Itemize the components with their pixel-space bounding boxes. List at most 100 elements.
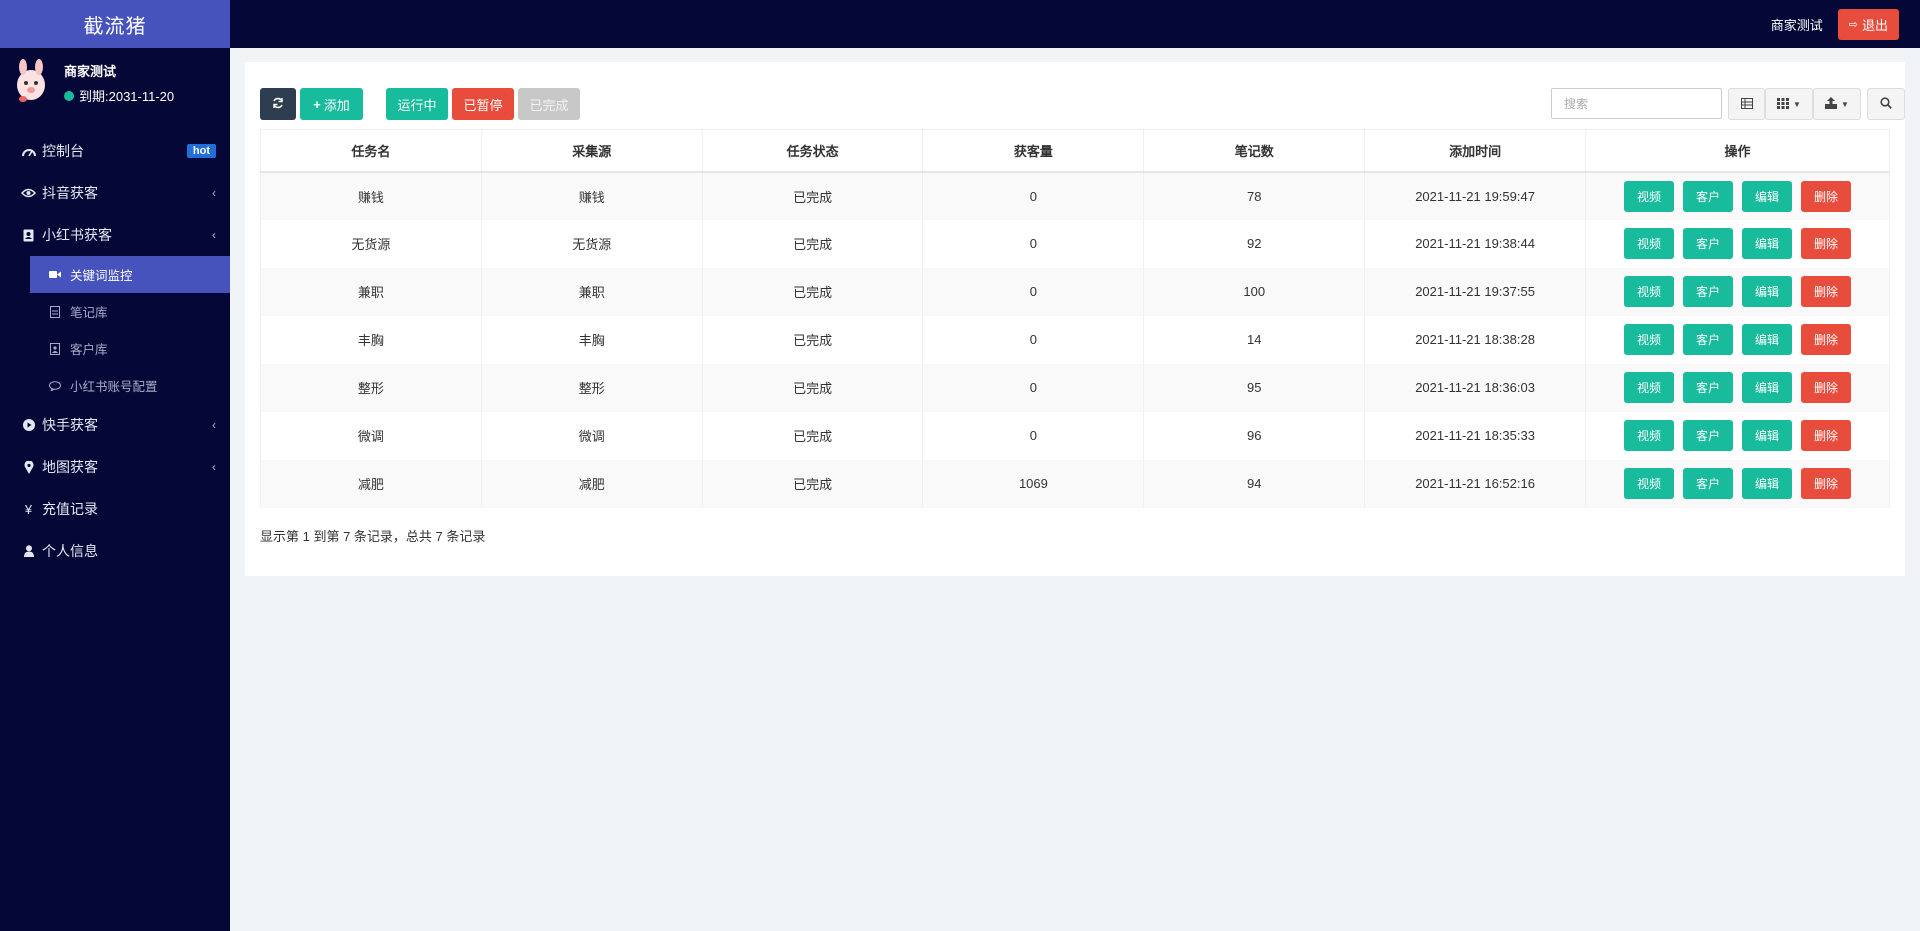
cell-added-time: 2021-11-21 18:36:03 [1364,363,1587,412]
cell-status: 已完成 [701,219,924,268]
cell-notes: 95 [1143,363,1366,412]
cell-actions: 视频 客户 编辑 删除 [1585,363,1890,412]
filter-done-button[interactable]: 已完成 [518,88,580,120]
sidebar-subitem-label: 笔记库 [70,306,108,320]
customer-button[interactable]: 客户 [1683,468,1733,499]
sidebar-item-dashboard[interactable]: 控制台 hot [0,130,230,172]
cell-actions: 视频 客户 编辑 删除 [1585,171,1890,220]
cell-status: 已完成 [701,411,924,460]
delete-button[interactable]: 删除 [1801,324,1851,355]
sidebar-item-label: 充值记录 [42,501,98,517]
sign-out-icon: ⇨ [1848,18,1858,31]
column-header-actions: 操作 [1585,129,1890,173]
chevron-left-icon: ‹ [212,228,216,242]
edit-button[interactable]: 编辑 [1742,276,1792,307]
edit-button[interactable]: 编辑 [1742,180,1792,212]
chevron-left-icon: ‹ [212,418,216,432]
video-button[interactable]: 视频 [1624,324,1674,355]
app-logo[interactable]: 截流猪 [0,0,230,48]
sidebar-item-recharge[interactable]: ¥ 充值记录 [0,488,230,530]
video-button[interactable]: 视频 [1624,468,1674,499]
edit-button[interactable]: 编辑 [1742,324,1792,355]
filter-running-button[interactable]: 运行中 [386,88,448,120]
cell-source: 整形 [480,363,703,412]
column-header-source[interactable]: 采集源 [480,129,703,173]
toggle-view-button[interactable] [1728,88,1765,120]
cell-notes: 78 [1143,171,1366,220]
edit-button[interactable]: 编辑 [1742,372,1792,403]
sidebar-item-kuaishou[interactable]: 快手获客 ‹ [0,404,230,446]
sidebar-item-label: 快手获客 [42,417,98,433]
customer-button[interactable]: 客户 [1683,228,1733,259]
topbar-user-name[interactable]: 商家测试 [1771,15,1823,34]
customer-button[interactable]: 客户 [1683,180,1733,212]
filter-paused-button[interactable]: 已暂停 [452,88,514,120]
advanced-search-button[interactable] [1867,88,1905,120]
sidebar-item-douyin[interactable]: 抖音获客 ‹ [0,172,230,214]
user-expire: 到期:2031-11-20 [64,86,230,105]
delete-button[interactable]: 删除 [1801,420,1851,451]
columns-dropdown-button[interactable]: ▼ [1765,88,1813,120]
comment-icon [48,380,62,391]
delete-button[interactable]: 删除 [1801,228,1851,259]
add-label: 添加 [323,97,350,113]
customer-button[interactable]: 客户 [1683,420,1733,451]
edit-button[interactable]: 编辑 [1742,228,1792,259]
sidebar-item-label: 地图获客 [42,459,98,475]
user-name: 商家测试 [64,64,117,79]
hot-badge: hot [186,144,216,158]
sidebar-subitem-customers[interactable]: 客户库 [30,330,230,367]
cell-source: 赚钱 [480,171,703,220]
customer-button[interactable]: 客户 [1683,324,1733,355]
add-button[interactable]: + 添加 [300,88,363,120]
column-header-notes[interactable]: 笔记数 [1143,129,1366,173]
column-header-customers[interactable]: 获客量 [922,129,1145,173]
search-input[interactable] [1551,88,1722,119]
cell-customers: 0 [922,171,1145,220]
edit-button[interactable]: 编辑 [1742,468,1792,499]
cell-added-time: 2021-11-21 18:38:28 [1364,315,1587,364]
sidebar-item-profile[interactable]: 个人信息 [0,530,230,572]
grid-icon [1777,97,1790,112]
export-dropdown-button[interactable]: ▼ [1813,88,1861,120]
cell-added-time: 2021-11-21 19:37:55 [1364,267,1587,316]
delete-button[interactable]: 删除 [1801,180,1851,212]
customer-button[interactable]: 客户 [1683,276,1733,307]
edit-button[interactable]: 编辑 [1742,420,1792,451]
cell-status: 已完成 [701,315,924,364]
column-header-added-time[interactable]: 添加时间 [1364,129,1587,173]
task-table: 任务名 采集源 任务状态 获客量 笔记数 添加时间 操作 赚钱 赚钱 已完成 0… [260,129,1890,508]
sidebar-item-map[interactable]: 地图获客 ‹ [0,446,230,488]
cell-added-time: 2021-11-21 19:59:47 [1364,171,1587,220]
delete-button[interactable]: 删除 [1801,372,1851,403]
cell-customers: 0 [922,267,1145,316]
chevron-left-icon: ‹ [212,460,216,474]
column-header-status[interactable]: 任务状态 [701,129,924,173]
column-header-task-name[interactable]: 任务名 [260,129,482,173]
table-row: 丰胸 丰胸 已完成 0 14 2021-11-21 18:38:28 视频 客户… [260,315,1890,364]
sidebar-item-label: 抖音获客 [42,185,98,201]
customer-button[interactable]: 客户 [1683,372,1733,403]
table-row: 微调 微调 已完成 0 96 2021-11-21 18:35:33 视频 客户… [260,411,1890,460]
video-button[interactable]: 视频 [1624,228,1674,259]
plus-icon: + [313,96,321,112]
refresh-button[interactable] [260,88,296,120]
video-button[interactable]: 视频 [1624,180,1674,212]
video-button[interactable]: 视频 [1624,276,1674,307]
sidebar-subitem-keyword-monitor[interactable]: 关键词监控 [30,256,230,293]
video-button[interactable]: 视频 [1624,372,1674,403]
delete-button[interactable]: 删除 [1801,468,1851,499]
sidebar-menu: 控制台 hot 抖音获客 ‹ 小红书获客 ‹ 关键词监控 笔记库 客户库 小红书… [0,130,230,572]
sidebar-subitem-label: 小红书账号配置 [70,380,158,394]
table-row: 整形 整形 已完成 0 95 2021-11-21 18:36:03 视频 客户… [260,363,1890,412]
sidebar-subitem-notes[interactable]: 笔记库 [30,293,230,330]
dashboard-icon [21,145,36,157]
video-camera-icon [48,270,62,279]
delete-button[interactable]: 删除 [1801,276,1851,307]
sidebar-subitem-account-config[interactable]: 小红书账号配置 [30,367,230,404]
caret-down-icon: ▼ [1841,99,1849,109]
sidebar-item-xiaohongshu[interactable]: 小红书获客 ‹ [0,214,230,256]
video-button[interactable]: 视频 [1624,420,1674,451]
cell-actions: 视频 客户 编辑 删除 [1585,219,1890,268]
logout-button[interactable]: ⇨ 退出 [1837,8,1899,40]
